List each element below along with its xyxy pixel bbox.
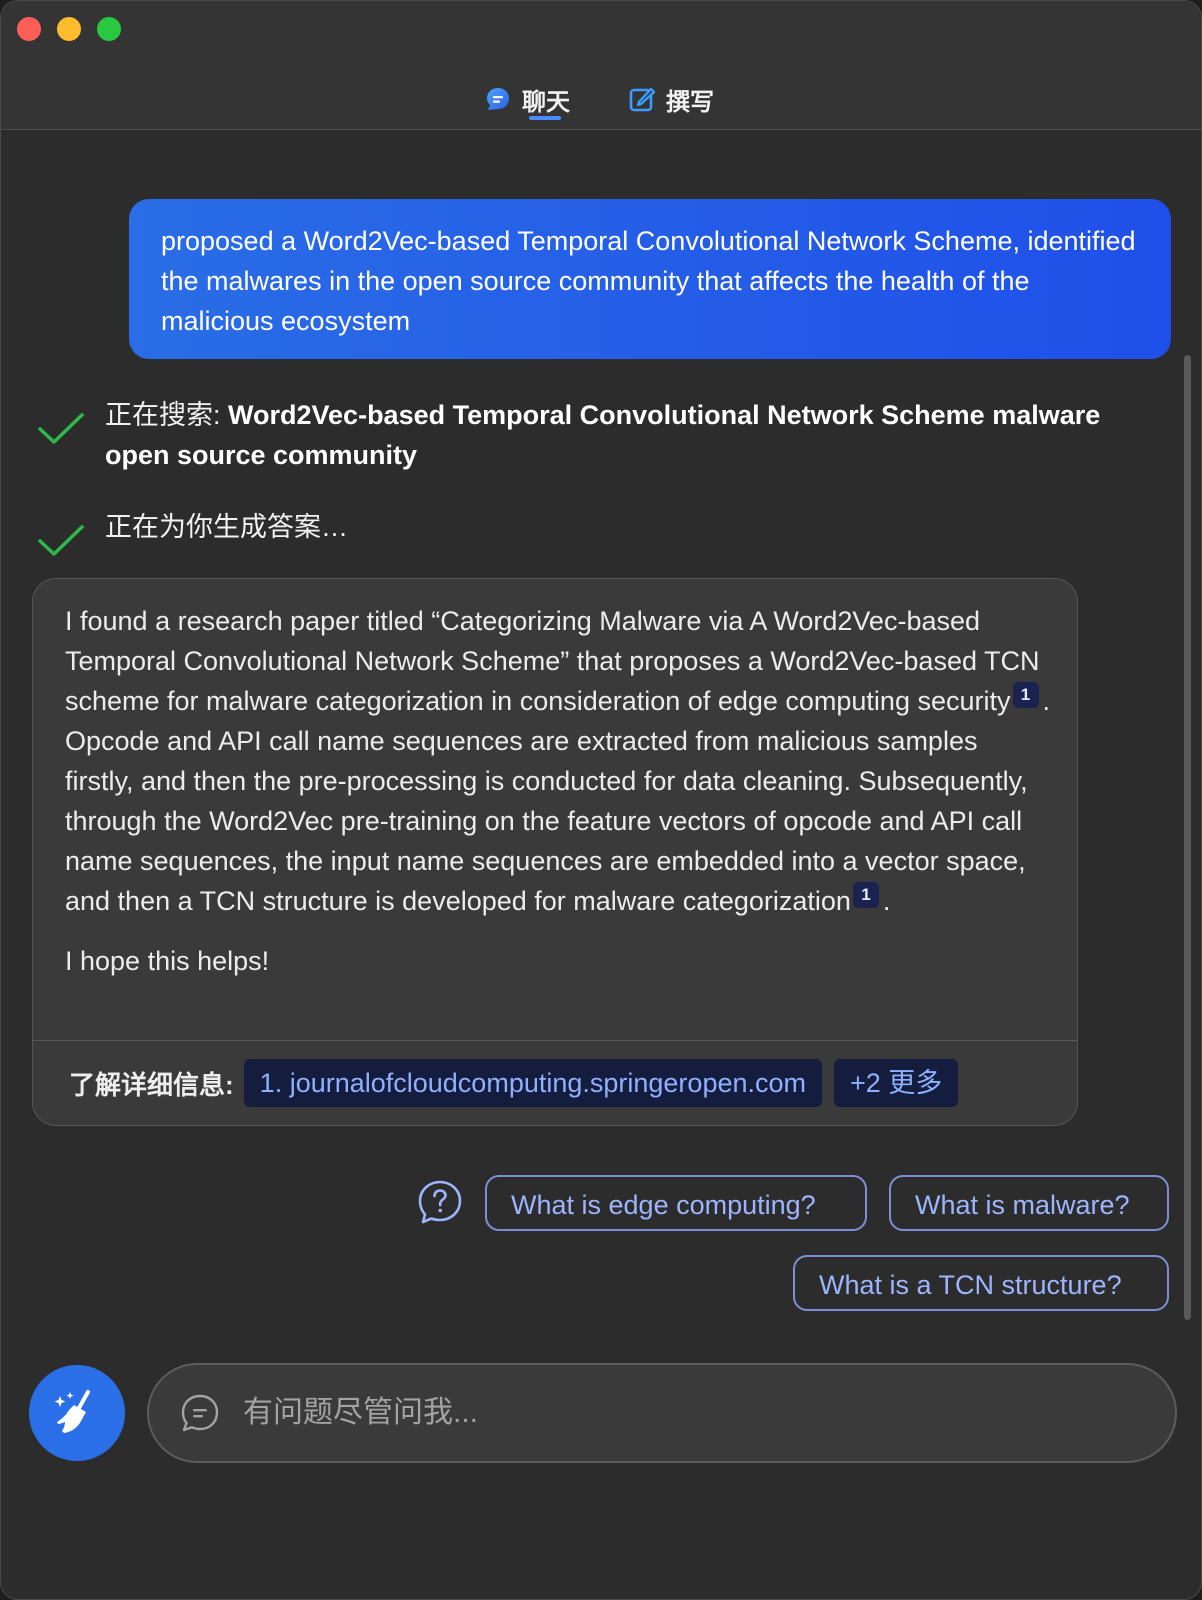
message-input[interactable] [241, 1382, 1125, 1444]
more-sources-button[interactable]: +2 更多 [834, 1059, 959, 1107]
question-bubble-icon [418, 1180, 462, 1224]
tab-chat[interactable]: 聊天 [484, 79, 570, 119]
generating-step-text: 正在为你生成答案… [105, 512, 348, 542]
new-topic-button[interactable] [29, 1365, 125, 1461]
search-query: Word2Vec-based Temporal Convolutional Ne… [105, 400, 1101, 470]
zoom-window-button[interactable] [97, 17, 121, 41]
answer-card: I found a research paper titled “Categor… [32, 578, 1078, 1126]
generating-step: 正在为你生成答案… [37, 507, 348, 561]
checkmark-icon [38, 413, 84, 444]
user-message: proposed a Word2Vec-based Temporal Convo… [129, 199, 1171, 359]
message-input-box[interactable] [147, 1363, 1177, 1463]
search-step-text: 正在搜索: Word2Vec-based Temporal Convolutio… [105, 395, 1145, 475]
tab-compose-label: 撰写 [666, 88, 714, 116]
answer-text: . Opcode and API call name sequences are… [65, 686, 1051, 916]
chat-bubble-icon [487, 88, 509, 110]
answer-text: I found a research paper titled “Categor… [65, 606, 1040, 716]
close-window-button[interactable] [17, 17, 41, 41]
compose-icon [629, 87, 656, 112]
search-step: 正在搜索: Word2Vec-based Temporal Convolutio… [37, 395, 1157, 475]
citation-badge[interactable]: 1 [852, 882, 879, 908]
minimize-window-button[interactable] [57, 17, 81, 41]
chat-icon [181, 1394, 219, 1432]
suggestion-malware[interactable]: What is malware? [889, 1175, 1169, 1231]
answer-body: I found a research paper titled “Categor… [65, 601, 1050, 981]
answer-paragraph: I found a research paper titled “Categor… [65, 601, 1050, 921]
app-window: 聊天 撰写 proposed a Word2Vec-based Temporal… [0, 0, 1202, 1600]
active-tab-indicator [529, 116, 561, 120]
search-step-prefix: 正在搜索: [105, 400, 229, 430]
citation-badge[interactable]: 1 [1012, 682, 1039, 708]
tab-chat-label: 聊天 [522, 88, 570, 116]
source-link[interactable]: 1. journalofcloudcomputing.springeropen.… [243, 1059, 822, 1107]
answer-text: . [882, 886, 891, 916]
divider [33, 1040, 1077, 1041]
checkmark-icon [38, 525, 84, 556]
scrollbar[interactable] [1184, 355, 1191, 1320]
suggestion-edge-computing[interactable]: What is edge computing? [485, 1175, 867, 1231]
tab-compose[interactable]: 撰写 [628, 79, 714, 119]
sources-row: 了解详细信息: 1. journalofcloudcomputing.sprin… [69, 1059, 970, 1107]
broom-sparkle-icon [54, 1390, 90, 1433]
answer-closing: I hope this helps! [65, 946, 270, 976]
suggestion-tcn-structure[interactable]: What is a TCN structure? [793, 1255, 1169, 1311]
sources-label: 了解详细信息: [69, 1069, 234, 1100]
title-bar: 聊天 撰写 [1, 1, 1201, 130]
